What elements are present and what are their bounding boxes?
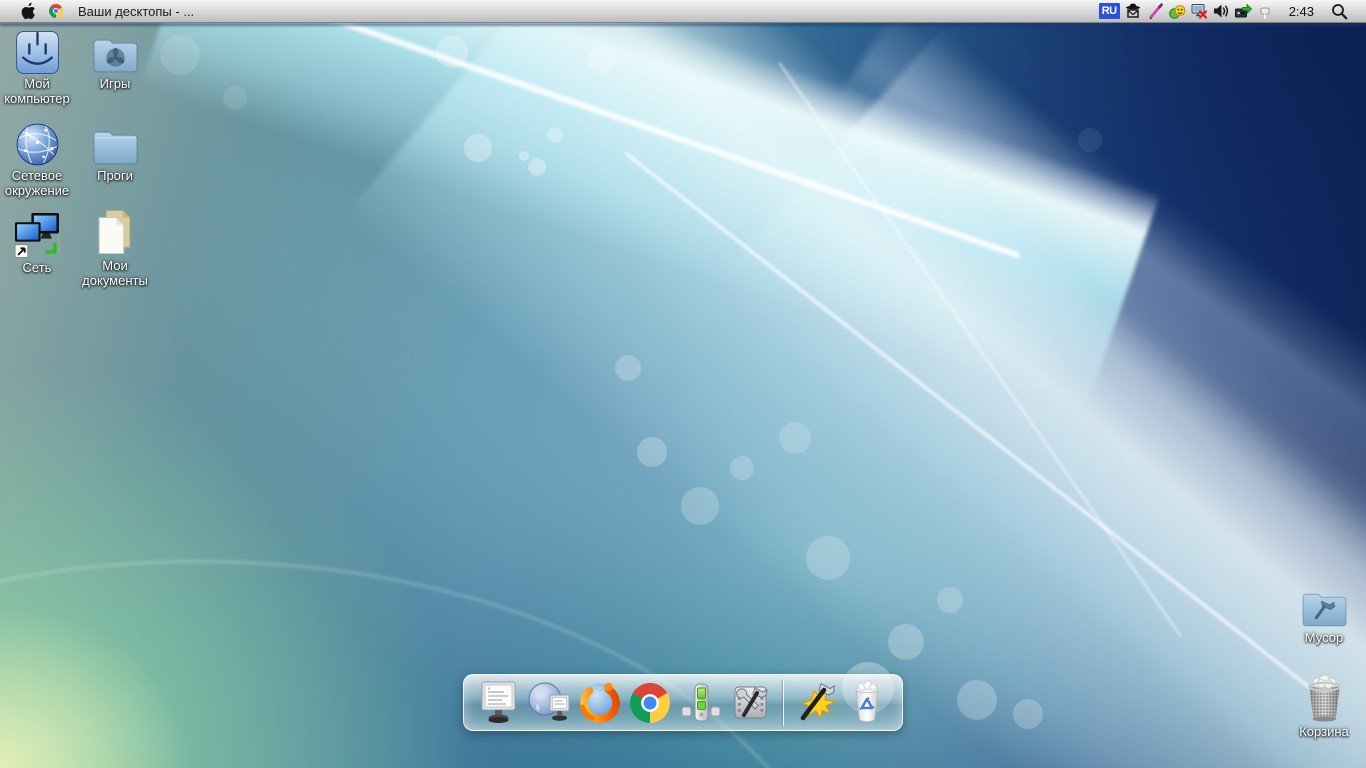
removable-media-tray-icon[interactable] [1235,3,1252,20]
apple-menu-icon[interactable] [20,3,37,20]
dual-monitors-icon [13,211,61,259]
bokeh-circle [160,35,200,75]
desktop-icon-recycle-bin[interactable]: Корзина [1279,675,1366,739]
bokeh-circle [519,151,529,161]
chrome-favicon-icon[interactable] [47,3,64,20]
folder-icon [91,119,139,167]
display-error-tray-icon[interactable] [1191,3,1208,20]
bokeh-circle [547,127,563,143]
desktop-screen: Ваши десктопы - ... RU [0,0,1366,768]
bokeh-circle [1013,699,1043,729]
desktop-icon-label: Игры [100,76,131,91]
dock-item-web-browser[interactable] [526,679,572,727]
desktop-icon-my-documents[interactable]: Мои документы [70,209,160,288]
bokeh-circle [957,680,997,720]
desktop-icon-label: Проги [97,168,133,183]
bokeh-circle [888,624,924,660]
desktop-icon-label: Сеть [23,260,52,275]
finder-icon [13,27,61,75]
volume-tray-icon[interactable] [1213,3,1230,20]
menu-bar-clock[interactable]: 2:43 [1279,4,1326,19]
bokeh-circle [223,86,247,110]
active-window-title[interactable]: Ваши десктопы - ... [78,4,194,19]
bokeh-circle [615,355,641,381]
bokeh-circle [681,487,719,525]
bokeh-circle [937,587,963,613]
bokeh-circle [730,456,754,480]
pen-tray-icon[interactable] [1147,3,1164,20]
dock-item-build-tools[interactable] [728,679,774,727]
bokeh-circle [528,158,546,176]
bokeh-circle [436,36,468,68]
wastebasket-icon [1300,675,1348,723]
tools-folder-icon [1300,581,1348,629]
search-icon[interactable] [1331,3,1348,20]
bokeh-circle [637,437,667,467]
dock-item-chrome[interactable] [627,679,673,727]
dock [463,674,903,731]
desktop-icon-label: Корзина [1299,724,1349,739]
mail-tray-icon[interactable] [1125,3,1142,20]
bokeh-circle [588,46,616,74]
dock-item-desktop[interactable] [476,679,522,727]
dock-item-mobile-sync[interactable] [678,679,724,727]
desktop-icon-programs[interactable]: Проги [70,119,160,183]
keyboard-layout-indicator[interactable]: RU [1099,3,1120,19]
bokeh-circle [806,536,850,580]
menu-bar: Ваши десктопы - ... RU [0,0,1366,23]
network-globe-icon [13,119,61,167]
desktop-wallpaper [0,0,1366,768]
power-plug-tray-icon[interactable] [1257,3,1274,20]
wallpaper-layer [0,23,1366,26]
dock-item-recycle-trash[interactable] [844,679,890,727]
desktop-icon-trash-folder[interactable]: Мусор [1279,581,1366,645]
bokeh-circle [779,422,811,454]
desktop-icon-games[interactable]: Игры [70,27,160,91]
dock-separator [783,680,784,726]
bokeh-circle [464,134,492,162]
messenger-tray-icon[interactable] [1169,3,1186,20]
desktop-icon-label: Мусор [1305,630,1343,645]
dock-item-cleanup-hammer[interactable] [793,679,839,727]
dock-item-firefox[interactable] [577,679,623,727]
bokeh-circle [1078,128,1102,152]
documents-icon [91,209,139,257]
burn-folder-icon [91,27,139,75]
desktop-icon-label: Мои документы [70,258,160,288]
